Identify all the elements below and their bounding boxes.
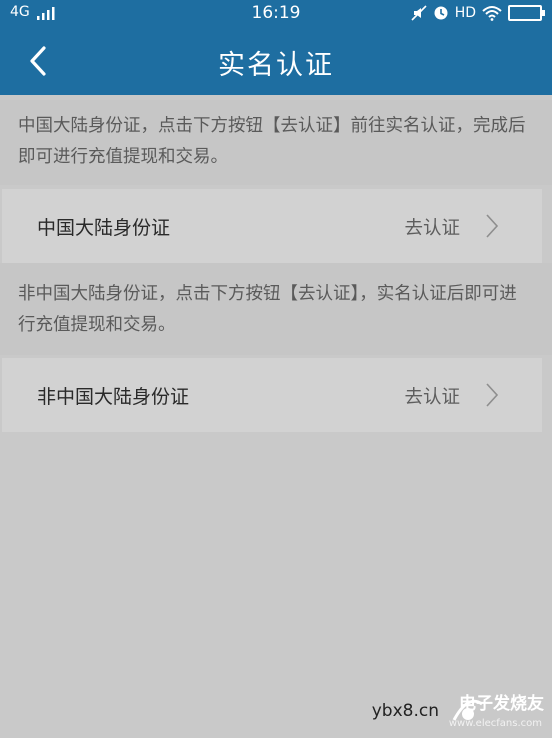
watermark-left-text: ybx8.cn (371, 701, 439, 721)
mainland-id-row[interactable]: 中国大陆身份证 去认证 (2, 189, 542, 263)
watermark-brand: 电子发烧友 (459, 694, 544, 714)
non-mainland-id-label: 非中国大陆身份证 (37, 386, 190, 408)
wifi-icon (482, 6, 502, 21)
nav-bar: 实名认证 (0, 27, 552, 95)
watermark-url: www.elecfans.com (448, 718, 542, 729)
hd-indicator: HD (454, 5, 476, 21)
non-mainland-id-verify-button[interactable]: 去认证 (404, 383, 460, 409)
status-bar: 4G 16:19 HD (0, 0, 552, 27)
mainland-id-note: 中国大陆身份证，点击下方按钮【去认证】前往实名认证，完成后即可进行充值提现和交易… (0, 100, 552, 185)
non-mainland-id-row[interactable]: 非中国大陆身份证 去认证 (2, 358, 542, 432)
chevron-right-icon (486, 383, 499, 407)
chevron-right-icon (486, 214, 499, 238)
page-title: 实名认证 (218, 50, 334, 81)
mainland-id-verify-button[interactable]: 去认证 (404, 214, 460, 240)
status-icons: HD (411, 3, 545, 23)
battery-icon (508, 5, 545, 21)
non-mainland-id-note: 非中国大陆身份证，点击下方按钮【去认证】，实名认证后即可进行充值提现和交易。 (0, 263, 552, 355)
mainland-id-label: 中国大陆身份证 (37, 217, 171, 239)
mute-icon (411, 5, 427, 21)
alarm-icon (434, 6, 448, 20)
